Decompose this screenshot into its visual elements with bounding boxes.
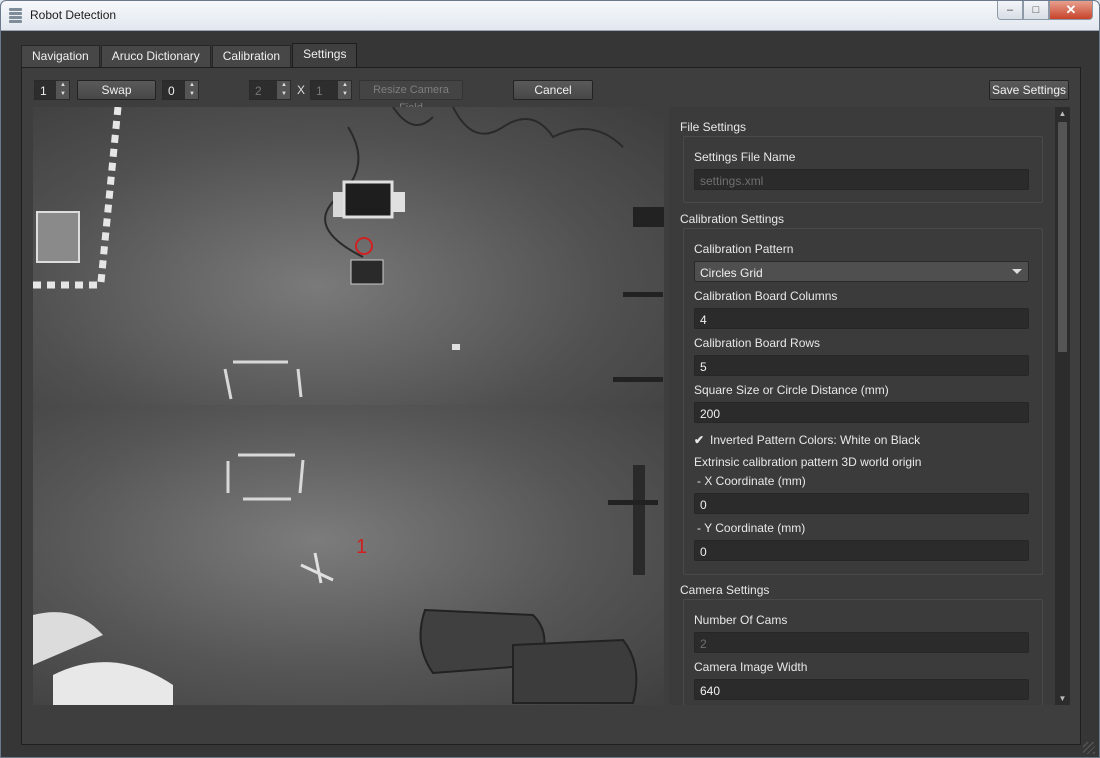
square-size-field[interactable]: 200 <box>694 402 1029 423</box>
camera-feed-bottom: 1 <box>33 405 664 705</box>
number-of-cams-label: Number Of Cams <box>694 613 788 627</box>
camera-view[interactable]: 1 <box>33 107 664 705</box>
x-coordinate-label: - X Coordinate (mm) <box>697 474 806 488</box>
save-settings-button[interactable]: Save Settings <box>989 80 1069 100</box>
tab-aruco-dictionary[interactable]: Aruco Dictionary <box>100 45 211 67</box>
x-coordinate-field[interactable]: 0 <box>694 493 1029 514</box>
person-leg <box>33 612 103 665</box>
settings-scrollbar[interactable]: ▲ ▼ <box>1055 107 1070 705</box>
world-origin-label: Extrinsic calibration pattern 3D world o… <box>694 455 922 469</box>
app-window: Robot Detection – □ ✕ Navigation Aruco D… <box>0 0 1100 758</box>
field-size-x-label: X <box>297 83 306 97</box>
client-area: Navigation Aruco Dictionary Calibration … <box>1 31 1099 757</box>
calibration-settings-title: Calibration Settings <box>680 212 785 226</box>
file-settings-title: File Settings <box>680 120 747 134</box>
aruco-marker <box>350 259 384 285</box>
office-chair <box>512 638 638 704</box>
tab-navigation[interactable]: Navigation <box>21 45 100 67</box>
robot-part <box>333 192 343 217</box>
chair-leg <box>608 500 658 505</box>
image-width-field[interactable]: 640 <box>694 679 1029 700</box>
field-rows-spinbox[interactable]: 1 ▲ ▼ <box>310 80 352 100</box>
floor-tape-line <box>97 107 122 283</box>
robot-detection-circle <box>355 237 373 255</box>
spin-down-icon[interactable]: ▼ <box>339 90 351 99</box>
window-title: Robot Detection <box>30 8 117 22</box>
chair-leg <box>633 207 664 227</box>
camera-id-label: 1 <box>356 536 367 558</box>
origin-cross-line <box>313 552 323 584</box>
title-bar[interactable]: Robot Detection – □ ✕ <box>1 1 1099 31</box>
robot-body <box>342 180 394 219</box>
minimize-button[interactable]: – <box>997 1 1023 20</box>
close-button[interactable]: ✕ <box>1049 1 1093 20</box>
spin-down-icon[interactable]: ▼ <box>278 90 290 99</box>
calibration-pattern-label: Calibration Pattern <box>694 242 794 256</box>
square-size-label: Square Size or Circle Distance (mm) <box>694 383 889 397</box>
resize-camera-field-button[interactable]: Resize Camera Field <box>359 80 463 114</box>
chair-leg <box>633 465 645 575</box>
settings-file-name-label: Settings File Name <box>694 150 796 164</box>
number-of-cams-field[interactable]: 2 <box>694 632 1029 653</box>
robot-part <box>393 192 405 212</box>
chair-leg <box>623 292 663 297</box>
floor-tape-line <box>296 368 303 398</box>
y-coordinate-field[interactable]: 0 <box>694 540 1029 561</box>
y-coordinate-label: - Y Coordinate (mm) <box>697 521 806 535</box>
cable <box>392 107 434 126</box>
camera-feed-top <box>33 107 664 405</box>
board-rows-field[interactable]: 5 <box>694 355 1029 376</box>
tab-settings[interactable]: Settings <box>292 43 358 67</box>
settings-panel: File Settings Settings File Name setting… <box>669 107 1055 705</box>
floor-debris <box>452 344 460 350</box>
board-columns-label: Calibration Board Columns <box>694 289 838 303</box>
spin-up-icon[interactable]: ▲ <box>278 81 290 90</box>
bottom-camera-scene: 1 <box>33 453 658 705</box>
tab-calibration[interactable]: Calibration <box>211 45 292 67</box>
settings-file-name-field[interactable]: settings.xml <box>694 169 1029 190</box>
chevron-down-icon[interactable] <box>1012 269 1022 274</box>
person-body <box>53 662 173 705</box>
resize-grip-icon[interactable] <box>1083 742 1095 754</box>
scroll-down-icon[interactable]: ▼ <box>1055 692 1070 705</box>
top-camera-scene <box>33 107 664 400</box>
spin-up-icon[interactable]: ▲ <box>186 81 198 90</box>
cancel-button[interactable]: Cancel <box>513 80 593 100</box>
settings-tab-panel: 1 ▲ ▼ Swap 0 ▲ ▼ 2 ▲ ▼ X 1 ▲ ▼ Resize Camera… <box>21 67 1081 745</box>
inverted-pattern-label: Inverted Pattern Colors: White on Black <box>710 433 921 447</box>
floor-tape-line <box>298 459 305 494</box>
check-icon[interactable]: ✔ <box>694 433 707 447</box>
spin-up-icon[interactable]: ▲ <box>339 81 351 90</box>
inverted-pattern-checkbox[interactable]: ✔ Inverted Pattern Colors: White on Black <box>694 433 920 447</box>
field-columns-spinbox[interactable]: 2 ▲ ▼ <box>249 80 291 100</box>
spin-up-icon[interactable]: ▲ <box>57 81 69 90</box>
floor-tape-line <box>223 368 233 400</box>
scroll-up-icon[interactable]: ▲ <box>1055 107 1070 120</box>
cable <box>452 107 624 148</box>
image-width-label: Camera Image Width <box>694 660 808 674</box>
app-icon <box>9 8 22 24</box>
swap-left-spinbox[interactable]: 1 ▲ ▼ <box>34 80 70 100</box>
camera-settings-title: Camera Settings <box>680 583 770 597</box>
board-rows-label: Calibration Board Rows <box>694 336 821 350</box>
equipment-box <box>36 211 80 263</box>
calibration-pattern-select[interactable]: Circles Grid <box>694 261 1029 282</box>
chair-leg <box>613 377 663 382</box>
spin-down-icon[interactable]: ▼ <box>57 90 69 99</box>
swap-button[interactable]: Swap <box>77 80 156 100</box>
maximize-button[interactable]: □ <box>1023 1 1049 20</box>
spin-down-icon[interactable]: ▼ <box>186 90 198 99</box>
board-columns-field[interactable]: 4 <box>694 308 1029 329</box>
tab-bar: Navigation Aruco Dictionary Calibration … <box>21 43 358 67</box>
swap-right-spinbox[interactable]: 0 ▲ ▼ <box>162 80 199 100</box>
scroll-thumb[interactable] <box>1058 122 1067 352</box>
